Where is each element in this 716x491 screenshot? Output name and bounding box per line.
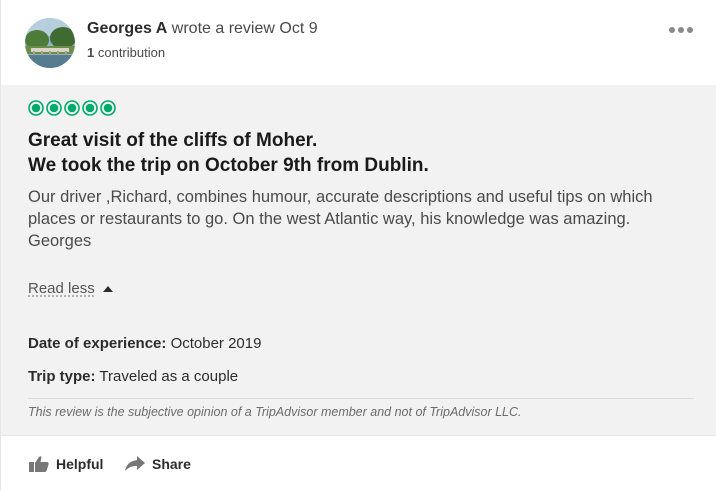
review-text: Our driver ,Richard, combines humour, ac… — [28, 186, 688, 252]
avatar[interactable] — [25, 18, 75, 68]
share-label: Share — [152, 456, 191, 472]
author-name[interactable]: Georges A — [87, 20, 167, 37]
contribution-line: 1 contribution — [87, 45, 165, 60]
read-less-label: Read less — [28, 280, 95, 297]
review-card: Georges A wrote a review Oct 9 1 contrib… — [0, 0, 716, 491]
read-less-button[interactable]: Read less — [28, 280, 113, 297]
trip-type: Trip type: Traveled as a couple — [28, 368, 238, 385]
review-title-line-1: Great visit of the cliffs of Moher. — [28, 130, 318, 151]
review-title[interactable]: Great visit of the cliffs of Moher. We t… — [28, 128, 688, 178]
caret-up-icon — [102, 285, 113, 292]
author-line: Georges A wrote a review Oct 9 — [87, 20, 318, 38]
trip-type-value: Traveled as a couple — [99, 368, 239, 385]
review-body: Great visit of the cliffs of Moher. We t… — [1, 85, 716, 435]
review-action-text: wrote a review Oct 9 — [171, 20, 318, 37]
share-arrow-icon — [125, 456, 145, 471]
review-title-line-2: We took the trip on October 9th from Dub… — [28, 155, 429, 176]
rating-bubble-icon — [46, 100, 62, 116]
review-body-text: Our driver ,Richard, combines humour, ac… — [28, 188, 653, 228]
contribution-label: contribution — [97, 45, 166, 60]
helpful-button[interactable]: Helpful — [28, 455, 103, 473]
thumbs-up-icon — [29, 456, 49, 472]
share-button[interactable]: Share — [124, 455, 191, 473]
rating-bubble-icon — [82, 100, 98, 116]
review-actions: Helpful Share — [1, 435, 716, 491]
review-header: Georges A wrote a review Oct 9 1 contrib… — [1, 0, 716, 85]
date-of-experience-value: October 2019 — [170, 335, 262, 352]
disclaimer: This review is the subjective opinion of… — [28, 405, 522, 419]
review-signature: Georges — [28, 232, 92, 250]
date-of-experience-label: Date of experience: — [28, 335, 167, 352]
rating-bubble-icon — [64, 100, 80, 116]
more-options-icon[interactable] — [668, 22, 694, 38]
divider — [28, 398, 694, 399]
rating-bubble-icon — [28, 100, 44, 116]
rating-bubbles — [28, 100, 116, 116]
date-of-experience: Date of experience: October 2019 — [28, 335, 261, 352]
rating-bubble-icon — [100, 100, 116, 116]
trip-type-label: Trip type: — [28, 368, 96, 385]
helpful-label: Helpful — [56, 456, 104, 472]
contribution-count: 1 — [87, 45, 95, 60]
